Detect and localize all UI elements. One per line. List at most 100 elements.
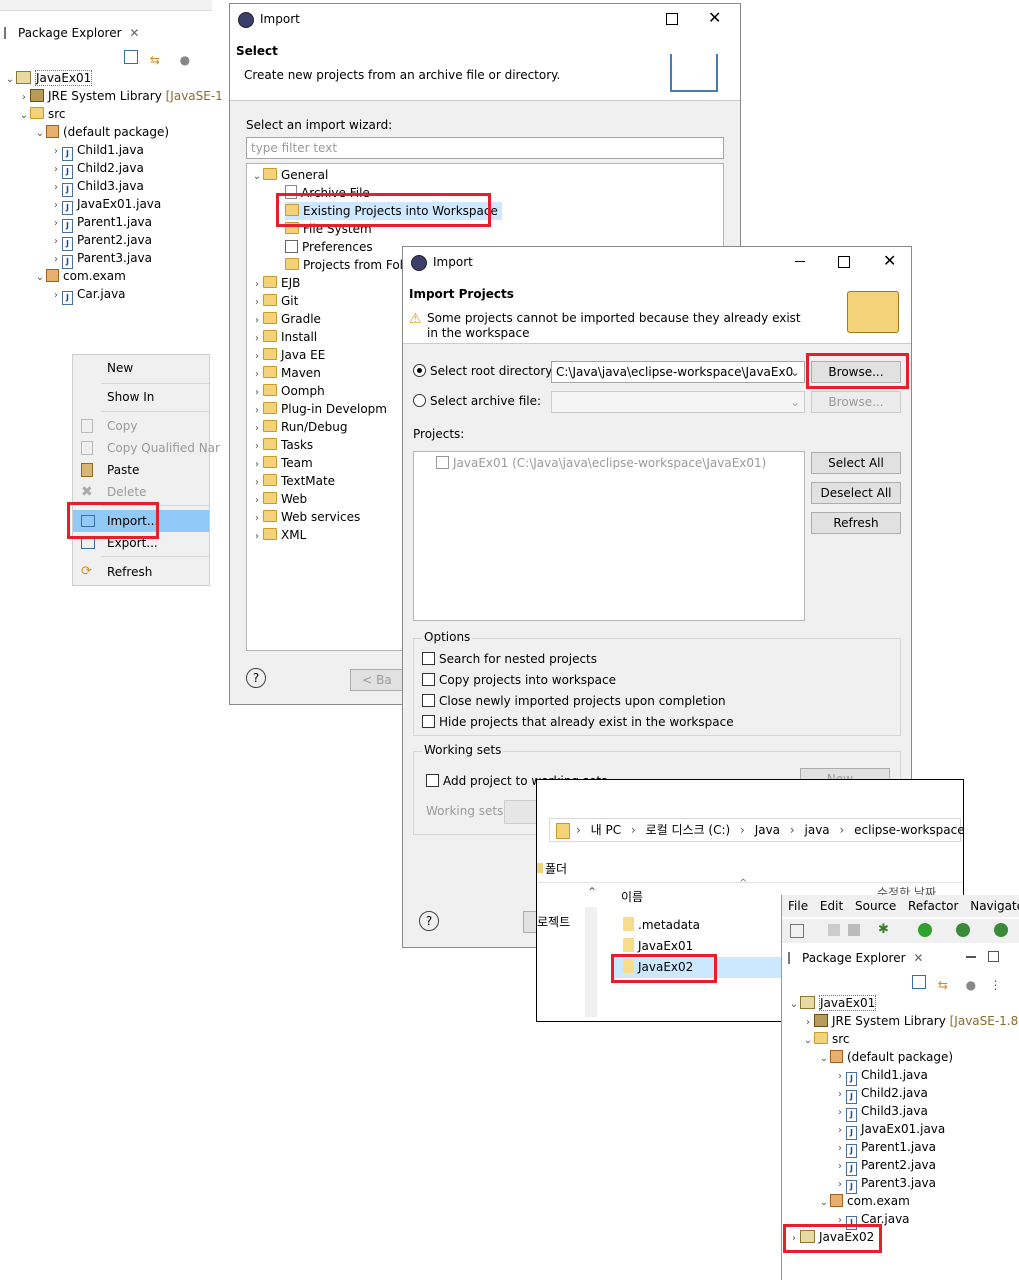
chevron-down-icon[interactable]: ⌄: [788, 996, 800, 1014]
tree-category[interactable]: › Git: [251, 292, 298, 310]
tree-file[interactable]: › J Parent1.java: [50, 213, 152, 233]
link-editor-icon[interactable]: ⇆: [938, 978, 950, 992]
tree-src[interactable]: ⌄ src: [802, 1030, 850, 1048]
tree-file[interactable]: › J JavaEx01.java: [834, 1120, 945, 1140]
tree-category[interactable]: › EJB: [251, 274, 300, 292]
tree-file[interactable]: › J Child2.java: [834, 1084, 928, 1104]
chevron-down-icon[interactable]: ⌄: [818, 1194, 830, 1212]
deselect-all-button[interactable]: Deselect All: [811, 482, 901, 504]
chevron-right-icon[interactable]: ›: [50, 287, 62, 305]
help-icon[interactable]: ?: [246, 668, 266, 688]
nav-item[interactable]: 로젝트: [537, 913, 570, 930]
checkbox[interactable]: [426, 774, 439, 787]
select-all-button[interactable]: Select All: [811, 452, 901, 474]
option-copy[interactable]: Copy projects into workspace: [422, 671, 616, 689]
maximize-icon[interactable]: [666, 13, 678, 25]
chevron-down-icon[interactable]: ⌄: [818, 1050, 830, 1068]
debug-icon[interactable]: ✱: [878, 922, 889, 937]
tree-category[interactable]: › Oomph: [251, 382, 325, 400]
tree-project[interactable]: ⌄ JavaEx01: [788, 994, 877, 1014]
view-menu-icon[interactable]: ⋮: [989, 978, 1001, 992]
tree-wizard-item[interactable]: Projects from Folc: [285, 256, 410, 274]
tree-category[interactable]: › Team: [251, 454, 313, 472]
tree-file[interactable]: › J Parent1.java: [834, 1138, 936, 1158]
tree-category[interactable]: › Install: [251, 328, 317, 346]
tree-category[interactable]: › Plug-in Developm: [251, 400, 387, 418]
chevron-down-icon[interactable]: ⌄: [802, 1032, 814, 1050]
save-icon[interactable]: [828, 924, 840, 936]
menu-navigate[interactable]: Navigate: [970, 899, 1019, 913]
menu-refactor[interactable]: Refactor: [908, 899, 958, 913]
maximize-icon[interactable]: [838, 256, 850, 268]
view-tab[interactable]: Package Explorer ✕: [4, 24, 139, 42]
chevron-right-icon[interactable]: ›: [251, 528, 263, 546]
checkbox[interactable]: [422, 715, 435, 728]
tree-file[interactable]: › J Parent3.java: [50, 249, 152, 269]
tree-category[interactable]: › Java EE: [251, 346, 325, 364]
filters-icon[interactable]: ●: [966, 978, 978, 992]
project-item[interactable]: JavaEx01 (C:\Java\java\eclipse-workspace…: [436, 454, 766, 472]
tree-category[interactable]: › XML: [251, 526, 306, 544]
tree-file[interactable]: › J Child1.java: [834, 1066, 928, 1086]
tree-wizard-item[interactable]: Preferences: [285, 238, 373, 256]
chevron-down-icon[interactable]: ⌄: [790, 392, 800, 412]
chevron-down-icon[interactable]: ⌄: [34, 269, 46, 287]
tree-category[interactable]: › TextMate: [251, 472, 335, 490]
chevron-down-icon[interactable]: ⌄: [4, 71, 16, 89]
tree-category[interactable]: › Tasks: [251, 436, 313, 454]
new-icon[interactable]: [790, 924, 804, 938]
tree-file[interactable]: › J Car.java: [50, 285, 126, 305]
close-icon[interactable]: ✕: [708, 8, 721, 27]
tree-default-package[interactable]: ⌄ (default package): [818, 1048, 953, 1066]
scroll-up-icon[interactable]: ⌃: [587, 885, 597, 899]
tree-project[interactable]: ⌄ JavaEx01: [4, 69, 93, 89]
tree-file[interactable]: › J Child3.java: [834, 1102, 928, 1122]
tree-file[interactable]: › J Parent2.java: [834, 1156, 936, 1176]
tree-category[interactable]: › Gradle: [251, 310, 321, 328]
chevron-down-icon[interactable]: ⌄: [18, 107, 30, 125]
tree-file[interactable]: › J Child3.java: [50, 177, 144, 197]
menu-edit[interactable]: Edit: [820, 899, 843, 913]
view-tab[interactable]: Package Explorer ✕: [788, 949, 923, 967]
address-bar[interactable]: › 내 PC › 로컬 디스크 (C:) › Java › java › ecl…: [549, 818, 965, 842]
close-icon[interactable]: ✕: [883, 251, 896, 270]
radio-unselected[interactable]: [413, 394, 426, 407]
run-icon[interactable]: [918, 923, 932, 937]
refresh-button[interactable]: Refresh: [811, 512, 901, 534]
menu-item-copy[interactable]: Copy: [73, 415, 209, 437]
menu-file[interactable]: File: [788, 899, 808, 913]
filter-input[interactable]: type filter text: [246, 137, 724, 159]
checkbox[interactable]: [436, 456, 449, 469]
new-folder-button[interactable]: 폴더: [537, 860, 567, 877]
folder-item[interactable]: .metadata: [623, 916, 700, 934]
folder-item[interactable]: JavaEx01: [623, 937, 693, 955]
checkbox[interactable]: [422, 694, 435, 707]
external-tools-icon[interactable]: [994, 923, 1008, 937]
tree-jre[interactable]: › JRE System Library [JavaSE-1.8]: [802, 1012, 1019, 1030]
archive-option[interactable]: Select archive file:: [413, 394, 541, 408]
filters-icon[interactable]: ●: [180, 53, 192, 67]
root-dir-option[interactable]: Select root directory:: [413, 364, 556, 378]
radio-selected[interactable]: [413, 364, 426, 377]
checkbox[interactable]: [422, 652, 435, 665]
back-button[interactable]: < Ba: [350, 669, 404, 691]
tree-jre[interactable]: › JRE System Library [JavaSE-1: [18, 87, 223, 105]
option-close[interactable]: Close newly imported projects upon compl…: [422, 692, 726, 710]
archive-combo[interactable]: ⌄: [551, 391, 805, 413]
tree-file[interactable]: › J Parent3.java: [834, 1174, 936, 1194]
tree-category[interactable]: › Web services: [251, 508, 360, 526]
menu-item-copy-qualified-name[interactable]: Copy Qualified Nar: [73, 437, 220, 459]
coverage-icon[interactable]: [956, 923, 970, 937]
menu-item-refresh[interactable]: ⟳ Refresh: [73, 561, 209, 583]
tree-package[interactable]: ⌄ com.exam: [818, 1192, 910, 1210]
root-dir-combo[interactable]: C:\Java\java\eclipse-workspace\JavaEx0 ⌄: [551, 361, 805, 383]
collapse-all-icon[interactable]: [912, 975, 926, 989]
collapse-all-icon[interactable]: [124, 50, 138, 64]
minimize-icon[interactable]: [966, 956, 976, 958]
browse-archive-button[interactable]: Browse...: [811, 391, 901, 413]
tree-src[interactable]: ⌄ src: [18, 105, 66, 123]
save-all-icon[interactable]: [848, 924, 860, 936]
tree-category[interactable]: › Web: [251, 490, 307, 508]
scrollbar[interactable]: [585, 907, 597, 1017]
chevron-down-icon[interactable]: ⌄: [34, 125, 46, 143]
